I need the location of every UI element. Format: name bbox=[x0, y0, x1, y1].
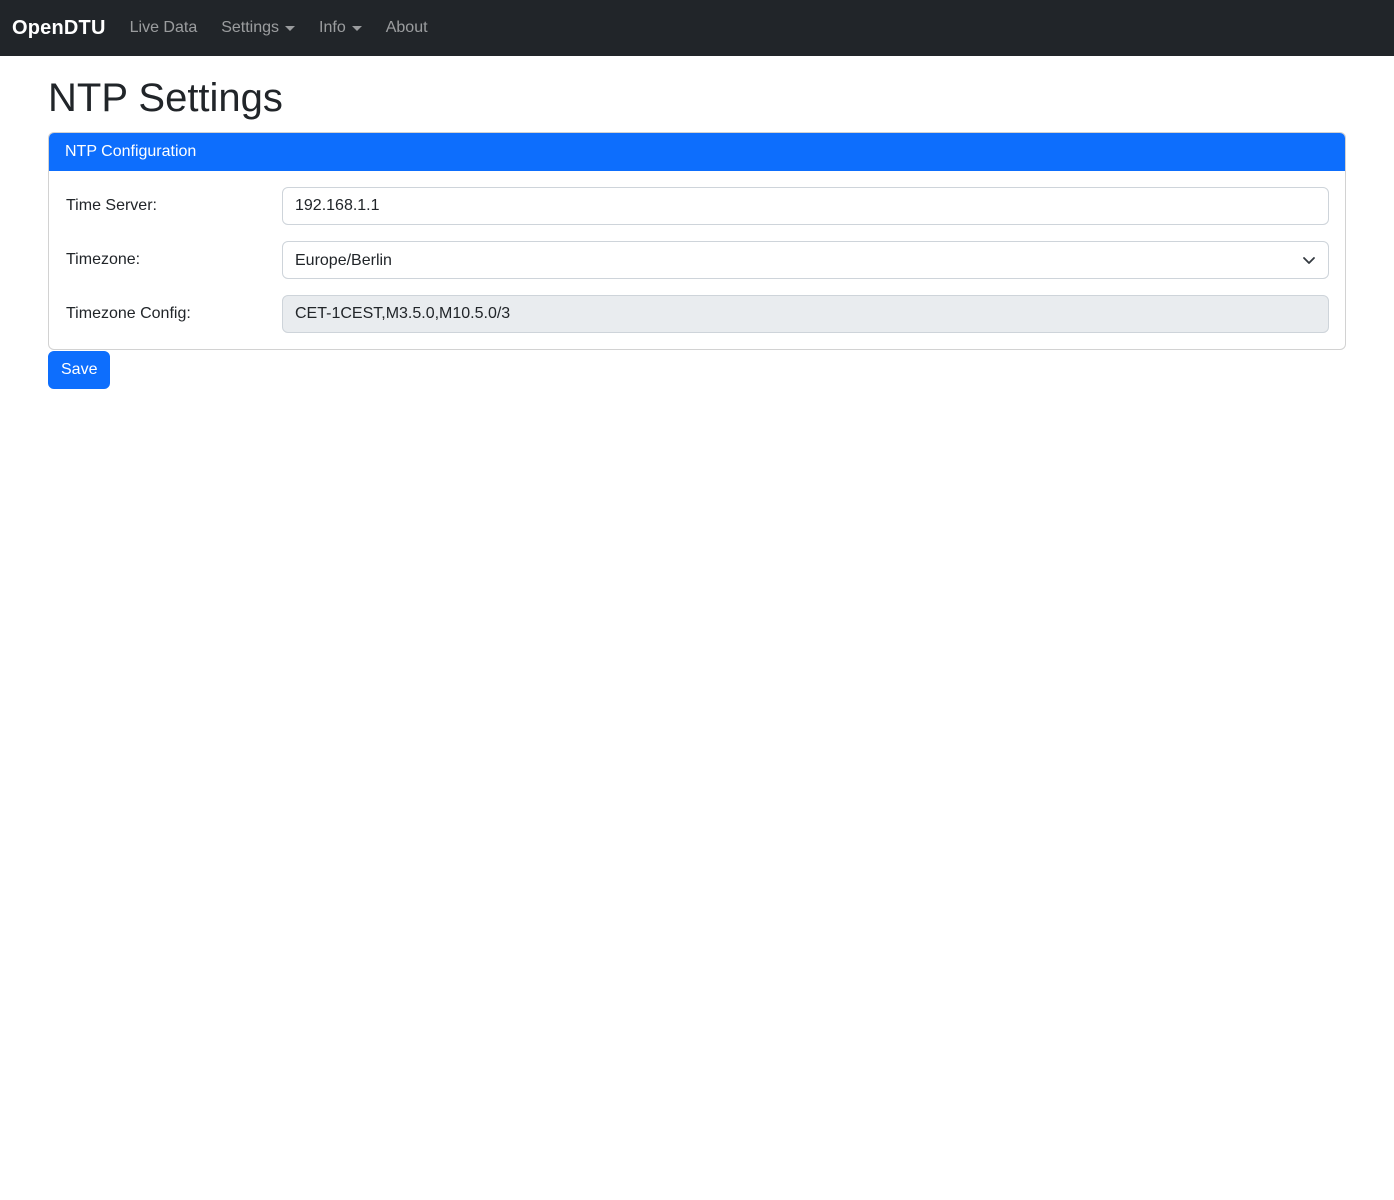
page-title: NTP Settings bbox=[48, 74, 1346, 122]
form-row-timezone: Timezone: Europe/Berlin bbox=[65, 241, 1329, 279]
timezone-config-label: Timezone Config: bbox=[65, 305, 282, 323]
nav-item-info[interactable]: Info bbox=[311, 11, 370, 45]
timezone-label: Timezone: bbox=[65, 251, 282, 269]
timezone-select[interactable]: Europe/Berlin bbox=[282, 241, 1329, 279]
timezone-field-wrap: Europe/Berlin bbox=[282, 241, 1329, 279]
time-server-field-wrap bbox=[282, 187, 1329, 225]
save-button[interactable]: Save bbox=[48, 351, 110, 389]
caret-down-icon bbox=[352, 26, 362, 31]
nav-item-live-data[interactable]: Live Data bbox=[122, 11, 206, 45]
brand-opendtu[interactable]: OpenDTU bbox=[12, 17, 106, 40]
card-header: NTP Configuration bbox=[49, 133, 1345, 171]
nav-item-info-label: Info bbox=[319, 19, 346, 37]
time-server-input[interactable] bbox=[282, 187, 1329, 225]
nav-item-settings-label: Settings bbox=[221, 19, 279, 37]
nav-item-settings[interactable]: Settings bbox=[213, 11, 303, 45]
timezone-config-input bbox=[282, 295, 1329, 333]
navbar-nav: Live Data Settings Info About bbox=[122, 11, 444, 45]
caret-down-icon bbox=[285, 26, 295, 31]
ntp-configuration-card: NTP Configuration Time Server: Timezone:… bbox=[48, 132, 1346, 350]
card-body: Time Server: Timezone: Europe/Berlin bbox=[49, 171, 1345, 349]
main-content: NTP Settings NTP Configuration Time Serv… bbox=[48, 74, 1346, 389]
form-row-time-server: Time Server: bbox=[65, 187, 1329, 225]
time-server-label: Time Server: bbox=[65, 197, 282, 215]
form-row-timezone-config: Timezone Config: bbox=[65, 295, 1329, 333]
nav-item-about[interactable]: About bbox=[378, 11, 436, 45]
timezone-config-field-wrap bbox=[282, 295, 1329, 333]
top-navbar: OpenDTU Live Data Settings Info About bbox=[0, 0, 1394, 56]
